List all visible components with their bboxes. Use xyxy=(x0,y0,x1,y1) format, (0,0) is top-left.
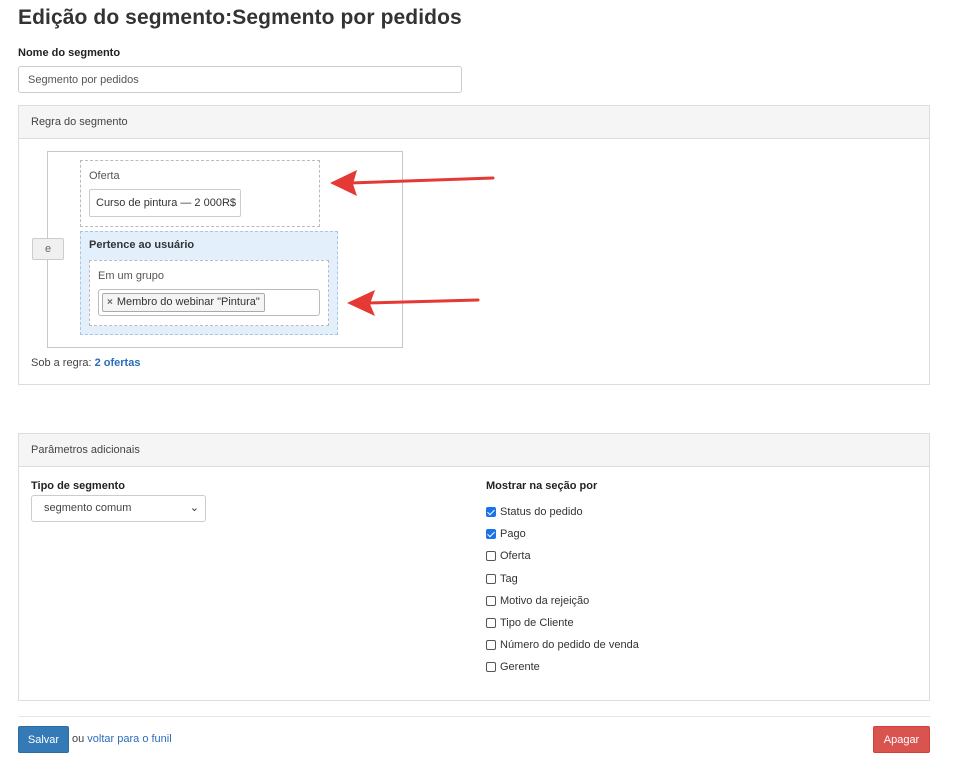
offer-value[interactable]: Curso de pintura — 2 000R$ xyxy=(89,189,241,217)
segment-rule-heading: Regra do segmento xyxy=(19,106,929,139)
group-tag-label: Membro do webinar "Pintura" xyxy=(116,296,260,308)
back-to-funnel-text: ou voltar para o funil xyxy=(72,733,172,745)
show-by-option[interactable]: Oferta xyxy=(486,549,531,563)
segment-name-input[interactable] xyxy=(18,66,462,93)
remove-tag-icon[interactable]: × xyxy=(107,297,113,308)
segment-type-value: segmento comum xyxy=(44,502,132,514)
show-by-option[interactable]: Gerente xyxy=(486,660,540,674)
show-by-option-label: Oferta xyxy=(500,550,531,562)
group-condition-title: Em um grupo xyxy=(98,270,165,282)
save-button[interactable]: Salvar xyxy=(18,726,69,753)
show-by-option[interactable]: Tipo de Cliente xyxy=(486,616,574,630)
checkbox[interactable] xyxy=(486,662,496,672)
group-tag-chip: × Membro do webinar "Pintura" xyxy=(102,293,265,312)
show-by-option[interactable]: Status do pedido xyxy=(486,505,583,519)
or-text: ou xyxy=(72,733,88,745)
show-by-option-label: Status do pedido xyxy=(500,506,583,518)
checkbox[interactable] xyxy=(486,551,496,561)
show-by-label: Mostrar na seção por xyxy=(486,480,598,492)
checkbox[interactable] xyxy=(486,596,496,606)
checkbox[interactable] xyxy=(486,618,496,628)
delete-button[interactable]: Apagar xyxy=(873,726,930,753)
user-condition-title: Pertence ao usuário xyxy=(89,239,195,251)
back-to-funnel-link[interactable]: voltar para o funil xyxy=(87,733,171,745)
checkbox[interactable] xyxy=(486,574,496,584)
show-by-option-label: Gerente xyxy=(500,661,540,673)
show-by-option[interactable]: Motivo da rejeição xyxy=(486,594,589,608)
under-rule-prefix: Sob a regra: xyxy=(31,357,95,369)
show-by-option[interactable]: Tag xyxy=(486,572,518,586)
show-by-option[interactable]: Pago xyxy=(486,527,526,541)
show-by-option-label: Tag xyxy=(500,573,518,585)
segment-name-label: Nome do segmento xyxy=(18,47,121,59)
under-rule-summary: Sob a regra: 2 ofertas xyxy=(31,357,140,369)
footer-divider xyxy=(18,716,930,717)
segment-type-select[interactable]: segmento comum ⌄ xyxy=(31,495,206,522)
segment-type-label: Tipo de segmento xyxy=(31,480,125,492)
show-by-option[interactable]: Número do pedido de venda xyxy=(486,638,639,652)
show-by-option-label: Motivo da rejeição xyxy=(500,595,590,607)
page-title: Edição do segmento:Segmento por pedidos xyxy=(18,6,462,29)
checkbox[interactable] xyxy=(486,640,496,650)
and-operator-button[interactable]: e xyxy=(32,238,64,260)
show-by-option-label: Número do pedido de venda xyxy=(500,639,639,651)
offers-count-link[interactable]: 2 ofertas xyxy=(95,357,141,369)
offer-condition-title: Oferta xyxy=(89,170,120,182)
show-by-option-label: Tipo de Cliente xyxy=(500,617,574,629)
chevron-down-icon: ⌄ xyxy=(189,502,199,514)
checkbox[interactable] xyxy=(486,529,496,539)
additional-params-heading: Parâmetros adicionais xyxy=(19,434,929,467)
show-by-option-label: Pago xyxy=(500,528,526,540)
checkbox[interactable] xyxy=(486,507,496,517)
additional-params-panel: Parâmetros adicionais xyxy=(18,433,930,701)
